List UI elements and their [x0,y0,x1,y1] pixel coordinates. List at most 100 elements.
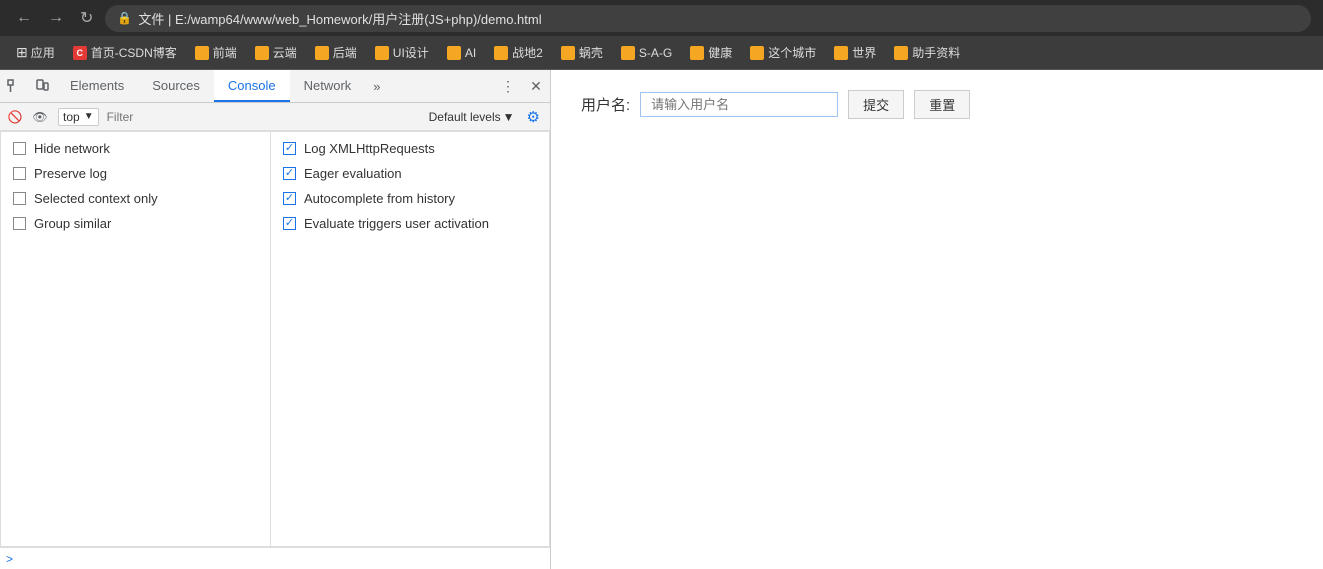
top-selector-container[interactable]: top ▼ [58,108,99,126]
title-bar: ← → ↻ 🔒 文件 | E:/wamp64/www/web_Homework/… [0,0,1323,36]
apps-button[interactable]: ⊞ 应用 [8,41,63,64]
console-prompt-icon: > [6,552,13,566]
dropdown-left-column: Hide network Preserve log Selected conte… [1,132,271,546]
devtools-close-button[interactable]: ✕ [522,70,550,103]
bookmark-item-woke[interactable]: 蜗壳 [553,41,611,64]
back-button[interactable]: ← [12,7,36,29]
bookmark-favicon-7 [561,46,575,60]
bookmark-label: 战地2 [512,44,543,61]
bookmark-label: 云端 [273,44,297,61]
devtools-device-button[interactable] [28,70,56,103]
tab-elements[interactable]: Elements [56,70,138,102]
dropdown-item-autocomplete[interactable]: ✓ Autocomplete from history [271,186,549,211]
forward-button[interactable]: → [44,7,68,29]
devtools-toolbar-actions: ⋮ ✕ [494,70,550,103]
bookmark-label: 这个城市 [768,44,816,61]
bookmark-favicon-10 [750,46,764,60]
dropdown-right-column: ✓ Log XMLHttpRequests ✓ Eager evaluation… [271,132,549,546]
autocomplete-label: Autocomplete from history [304,191,455,206]
refresh-button[interactable]: ↻ [76,6,97,30]
csdn-favicon: C [73,46,87,60]
settings-gear-icon[interactable]: ⚙ [521,108,546,126]
devtools-inspect-button[interactable] [0,70,28,103]
bookmark-item-cloud[interactable]: 云端 [247,41,305,64]
bookmark-item-city[interactable]: 这个城市 [742,41,824,64]
bookmark-label: 后端 [333,44,357,61]
checkbox-log-xhr[interactable]: ✓ [283,142,296,155]
eager-eval-label: Eager evaluation [304,166,402,181]
group-similar-label: Group similar [34,216,111,231]
dropdown-item-eager-eval[interactable]: ✓ Eager evaluation [271,161,549,186]
hide-network-label: Hide network [34,141,110,156]
bookmark-item-health[interactable]: 健康 [682,41,740,64]
tab-console[interactable]: Console [214,70,290,102]
console-filter-input[interactable] [103,110,423,124]
console-input-area: > [0,547,550,569]
dropdown-item-hide-network[interactable]: Hide network [1,136,270,161]
dropdown-item-preserve-log[interactable]: Preserve log [1,161,270,186]
dropdown-item-log-xhr[interactable]: ✓ Log XMLHttpRequests [271,136,549,161]
bookmark-label: UI设计 [393,44,429,61]
page-content: 用户名: 提交 重置 [551,70,1323,569]
tab-network[interactable]: Network [290,70,366,102]
bookmark-item-sag[interactable]: S-A-G [613,43,680,63]
checkbox-group-similar[interactable] [13,217,26,230]
bookmark-favicon-9 [690,46,704,60]
bookmark-item-backend[interactable]: 后端 [307,41,365,64]
bookmark-label: 首页-CSDN博客 [91,44,177,61]
bookmark-item-bf2[interactable]: 战地2 [486,41,551,64]
checkbox-eager-eval[interactable]: ✓ [283,167,296,180]
evaluate-triggers-label: Evaluate triggers user activation [304,216,489,231]
dropdown-item-group-similar[interactable]: Group similar [1,211,270,236]
default-levels-button[interactable]: Default levels ▼ [423,110,521,124]
bookmark-label: 蜗壳 [579,44,603,61]
console-clear-button[interactable]: 🚫 [4,100,26,133]
bookmark-favicon-6 [494,46,508,60]
bookmark-favicon-5 [447,46,461,60]
console-filter-icon[interactable]: 👁 [26,100,54,133]
checkbox-hide-network[interactable] [13,142,26,155]
bookmark-favicon-4 [375,46,389,60]
bookmark-label: 助手资料 [912,44,960,61]
devtools-tabs: Elements Sources Console Network » [56,70,494,102]
devtools-panel: Elements Sources Console Network » [0,70,551,569]
tab-more[interactable]: » [365,70,388,102]
apps-grid-icon: ⊞ [16,44,28,61]
bookmark-label: S-A-G [639,46,672,60]
address-text: 文件 | E:/wamp64/www/web_Homework/用户注册(JS+… [138,9,541,28]
top-selector-chevron: ▼ [84,111,94,122]
lock-icon: 🔒 [117,11,132,25]
username-input[interactable] [640,92,838,117]
bookmark-item-world[interactable]: 世界 [826,41,884,64]
bookmark-item-assistant[interactable]: 助手资料 [886,41,968,64]
devtools-menu-button[interactable]: ⋮ [494,70,522,103]
bookmark-label: AI [465,46,476,60]
username-form-row: 用户名: 提交 重置 [581,90,1293,119]
bookmark-item-frontend[interactable]: 前端 [187,41,245,64]
checkbox-preserve-log[interactable] [13,167,26,180]
dropdown-item-evaluate-triggers[interactable]: ✓ Evaluate triggers user activation [271,211,549,236]
bookmark-item-ui[interactable]: UI设计 [367,41,437,64]
console-dropdown: Hide network Preserve log Selected conte… [0,131,550,547]
address-bar[interactable]: 🔒 文件 | E:/wamp64/www/web_Homework/用户注册(J… [105,5,1311,32]
main-area: Elements Sources Console Network » [0,70,1323,569]
reset-button[interactable]: 重置 [914,90,970,119]
bookmark-label: 世界 [852,44,876,61]
apps-label: 应用 [31,44,55,61]
tab-sources[interactable]: Sources [138,70,214,102]
dropdown-item-selected-context[interactable]: Selected context only [1,186,270,211]
bookmark-item-csdn[interactable]: C 首页-CSDN博客 [65,41,185,64]
console-second-toolbar: 🚫 👁 top ▼ Default levels ▼ ⚙ [0,103,550,131]
log-xhr-label: Log XMLHttpRequests [304,141,435,156]
bookmark-item-ai[interactable]: AI [439,43,484,63]
selected-context-label: Selected context only [34,191,158,206]
devtools-tabs-bar: Elements Sources Console Network » [0,70,550,103]
submit-button[interactable]: 提交 [848,90,904,119]
checkbox-evaluate-triggers[interactable]: ✓ [283,217,296,230]
checkbox-selected-context[interactable] [13,192,26,205]
checkbox-autocomplete[interactable]: ✓ [283,192,296,205]
bookmark-label: 健康 [708,44,732,61]
bookmark-label: 前端 [213,44,237,61]
bookmark-favicon-8 [621,46,635,60]
bookmark-favicon-12 [894,46,908,60]
